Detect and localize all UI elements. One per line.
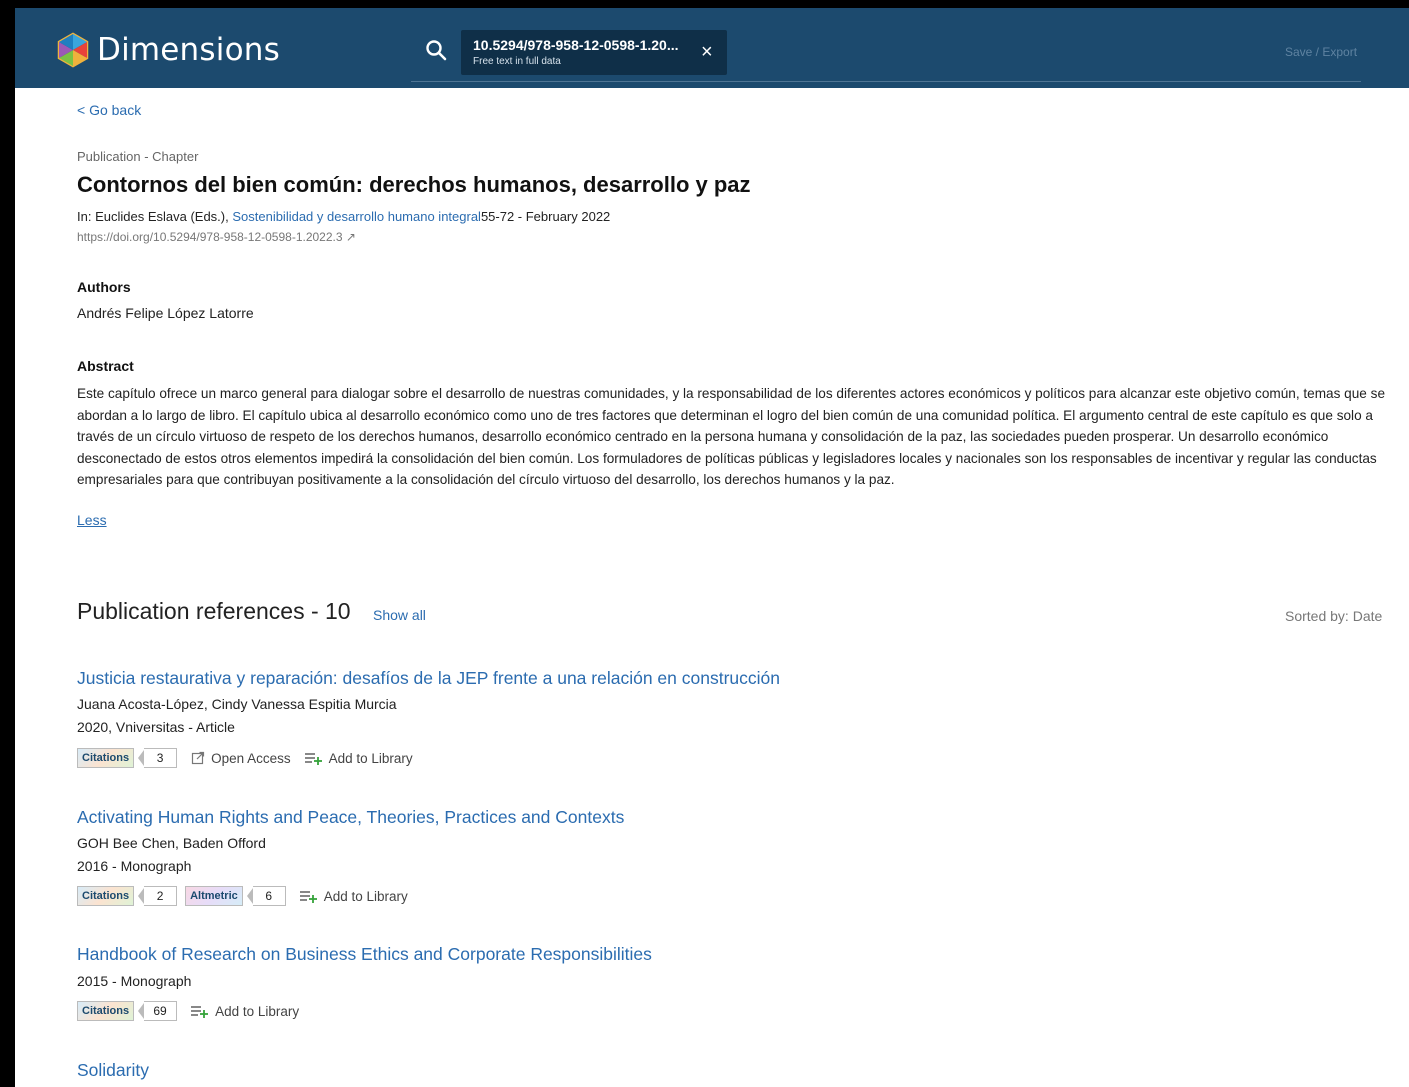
reference-meta: 2020, Vniversitas - Article (77, 719, 235, 735)
altmetric-score: 6 (252, 886, 286, 906)
book-link[interactable]: Sostenibilidad y desarrollo humano integ… (232, 209, 481, 224)
reference-title[interactable]: Justicia restaurativa y reparación: desa… (77, 668, 780, 689)
go-back-link[interactable]: < Go back (77, 102, 141, 118)
external-link-icon (191, 751, 205, 765)
dimensions-logo[interactable]: Dimensions (55, 32, 280, 68)
dimensions-logo-icon (57, 32, 89, 68)
citations-count: 3 (144, 748, 178, 768)
top-bar: Dimensions 10.5294/978-958-12-0598-1.20.… (15, 8, 1409, 88)
search-scope-label: Free text in full data (473, 56, 561, 67)
citations-label: Citations (77, 886, 135, 906)
doi-link[interactable]: https://doi.org/10.5294/978-958-12-0598-… (77, 230, 356, 244)
altmetric-label: Altmetric (185, 886, 243, 906)
citations-count: 2 (144, 886, 178, 906)
sorted-by-label[interactable]: Sorted by: Date (1285, 608, 1382, 624)
reference-badges: Citations 2 Altmetric 6 Add to Library (77, 885, 408, 907)
search-icon[interactable] (425, 39, 447, 61)
citations-count: 69 (144, 1001, 178, 1021)
add-to-library-label: Add to Library (215, 1003, 300, 1019)
open-access-label: Open Access (211, 750, 291, 766)
publication-source: In: Euclides Eslava (Eds.), Sostenibilid… (77, 209, 610, 224)
search-underline (411, 81, 1361, 82)
reference-title[interactable]: Handbook of Research on Business Ethics … (77, 944, 652, 965)
add-to-list-icon (304, 753, 322, 765)
add-to-list-icon (299, 891, 317, 903)
reference-title[interactable]: Solidarity (77, 1060, 149, 1081)
add-to-list-icon (191, 1006, 209, 1018)
open-access-button[interactable]: Open Access (191, 751, 291, 766)
less-link[interactable]: Less (77, 512, 107, 528)
author-name[interactable]: Andrés Felipe López Latorre (77, 305, 254, 321)
reference-meta: 2015 - Monograph (77, 973, 192, 989)
reference-authors: GOH Bee Chen, Baden Offord (77, 835, 266, 851)
add-to-library-label: Add to Library (328, 750, 413, 766)
citations-badge[interactable]: Citations 2 (77, 886, 178, 906)
save-export-button[interactable]: Save / Export (1285, 45, 1357, 59)
source-editor: In: Euclides Eslava (Eds.), (77, 209, 233, 224)
browser-viewport: Dimensions 10.5294/978-958-12-0598-1.20.… (15, 8, 1409, 1087)
altmetric-badge[interactable]: Altmetric 6 (185, 886, 286, 906)
pages-date: 55-72 - February 2022 (480, 209, 611, 224)
references-heading: Publication references - 10 (77, 598, 351, 624)
publication-type: Publication - Chapter (77, 149, 199, 164)
reference-meta: 2016 - Monograph (77, 858, 192, 874)
reference-badges: Citations 3 Open Access Add to Library (77, 747, 413, 769)
authors-heading: Authors (77, 279, 131, 295)
abstract-heading: Abstract (77, 358, 134, 374)
reference-title[interactable]: Activating Human Rights and Peace, Theor… (77, 807, 624, 828)
add-to-library-button[interactable]: Add to Library (299, 888, 408, 904)
reference-authors: Juana Acosta-López, Cindy Vanessa Espiti… (77, 696, 397, 712)
citations-badge[interactable]: Citations 69 (77, 1001, 178, 1021)
show-all-link[interactable]: Show all (373, 607, 426, 623)
add-to-library-button[interactable]: Add to Library (304, 750, 413, 766)
brand-name: Dimensions (97, 32, 280, 68)
add-to-library-label: Add to Library (323, 888, 408, 904)
page-title: Contornos del bien común: derechos human… (77, 172, 751, 197)
citations-label: Citations (77, 1001, 135, 1021)
reference-badges: Citations 69 Add to Library (77, 1000, 299, 1022)
citations-badge[interactable]: Citations 3 (77, 748, 178, 768)
search-query-value: 10.5294/978-958-12-0598-1.20... (473, 37, 679, 53)
close-icon[interactable]: × (701, 42, 713, 62)
add-to-library-button[interactable]: Add to Library (191, 1004, 299, 1019)
citations-label: Citations (77, 748, 135, 768)
abstract-text: Este capítulo ofrece un marco general pa… (77, 386, 1386, 488)
search-query-chip[interactable]: 10.5294/978-958-12-0598-1.20... Free tex… (461, 30, 727, 75)
